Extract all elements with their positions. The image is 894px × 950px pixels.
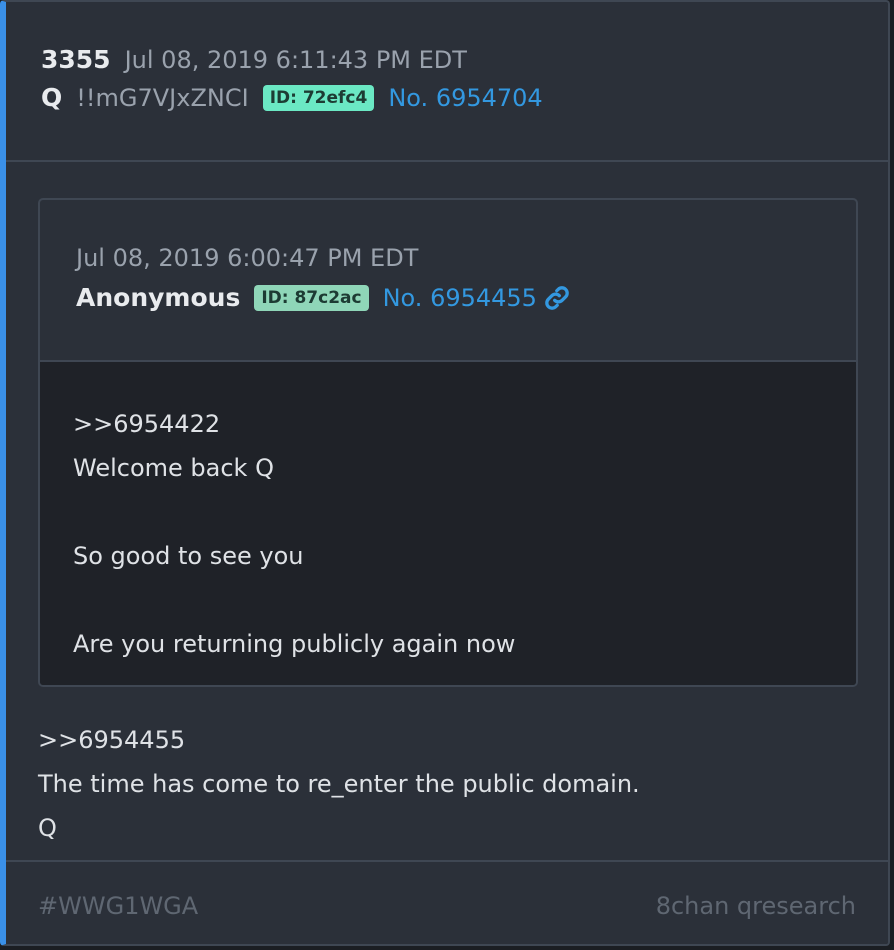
post-card: 3355 Jul 08, 2019 6:11:43 PM EDT Q !!mG7… <box>0 0 890 946</box>
quoted-post-body: >>6954422 Welcome back Q So good to see … <box>40 362 856 685</box>
post-footer: #WWG1WGA 8chan qresearch <box>6 860 888 944</box>
post-body-line: The time has come to re_enter the public… <box>38 770 640 798</box>
quoted-post-id-badge[interactable]: ID: 87c2ac <box>254 284 369 311</box>
post-id-badge[interactable]: ID: 72efc4 <box>262 84 375 111</box>
post-number: 3355 <box>41 45 111 74</box>
quoted-post-author: Anonymous <box>76 283 241 312</box>
post-header: 3355 Jul 08, 2019 6:11:43 PM EDT Q !!mG7… <box>6 2 888 162</box>
source-label: 8chan qresearch <box>655 892 856 920</box>
quoted-post-blank-line <box>73 578 856 622</box>
post-signature: Q <box>38 814 57 842</box>
post-tripcode: !!mG7VJxZNCI <box>76 83 249 112</box>
quoted-post: Jul 08, 2019 6:00:47 PM EDT Anonymous ID… <box>38 198 858 687</box>
quoted-post-blank-line <box>73 490 856 534</box>
quoted-post-line[interactable]: >>6954422 <box>73 402 856 446</box>
post-date: Jul 08, 2019 6:11:43 PM EDT <box>124 45 467 74</box>
post-author: Q <box>41 83 63 112</box>
quoted-post-date: Jul 08, 2019 6:00:47 PM EDT <box>76 244 419 272</box>
link-icon[interactable] <box>543 284 571 312</box>
quoted-post-line: So good to see you <box>73 542 304 570</box>
quoted-post-line: Welcome back Q <box>73 454 274 482</box>
hashtag: #WWG1WGA <box>38 892 199 920</box>
quoted-post-number-link[interactable]: No. 6954455 <box>383 284 537 312</box>
post-reply-link[interactable]: >>6954455 <box>38 718 640 762</box>
post-number-link[interactable]: No. 6954704 <box>388 84 542 112</box>
post-body: >>6954455 The time has come to re_enter … <box>38 718 640 850</box>
quoted-post-line: Are you returning publicly again now <box>73 630 516 658</box>
quoted-post-header: Jul 08, 2019 6:00:47 PM EDT Anonymous ID… <box>40 200 856 362</box>
